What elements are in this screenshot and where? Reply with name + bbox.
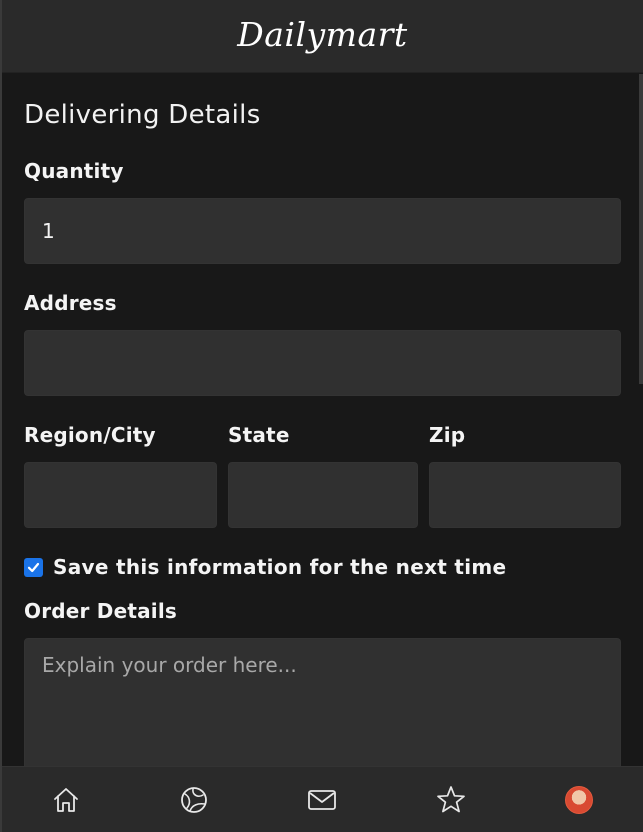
- nav-home[interactable]: [46, 780, 86, 820]
- nav-messages[interactable]: [302, 780, 342, 820]
- save-info-row[interactable]: Save this information for the next time: [24, 555, 506, 579]
- bottom-nav: [2, 766, 643, 832]
- save-info-label[interactable]: Save this information for the next time: [53, 555, 506, 579]
- region-field[interactable]: [24, 462, 217, 528]
- order-details-label: Order Details: [24, 599, 178, 623]
- zip-field[interactable]: [429, 462, 621, 528]
- globe-icon: [181, 786, 208, 813]
- checkmark-icon: [27, 562, 40, 572]
- app-header: Dailymart: [2, 0, 643, 73]
- region-label: Region/City: [24, 423, 156, 447]
- order-details-field[interactable]: [24, 638, 621, 778]
- state-label: State: [228, 423, 290, 447]
- home-icon: [54, 787, 78, 812]
- star-icon: [436, 785, 465, 812]
- address-field[interactable]: [24, 330, 621, 396]
- quantity-label: Quantity: [24, 159, 124, 183]
- page-title: Delivering Details: [24, 100, 261, 130]
- nav-profile[interactable]: [559, 780, 599, 820]
- zip-label: Zip: [429, 423, 466, 447]
- state-field[interactable]: [228, 462, 418, 528]
- quantity-field[interactable]: [24, 198, 621, 264]
- address-label: Address: [24, 291, 117, 315]
- logo[interactable]: Dailymart: [237, 15, 407, 54]
- nav-favorites[interactable]: [431, 780, 471, 820]
- avatar: [564, 785, 593, 814]
- nav-explore[interactable]: [174, 780, 214, 820]
- scrollbar[interactable]: [639, 74, 643, 384]
- mail-icon: [308, 789, 337, 810]
- save-info-checkbox[interactable]: [24, 557, 43, 577]
- app-window: Dailymart Delivering Details Quantity Ad…: [0, 0, 643, 832]
